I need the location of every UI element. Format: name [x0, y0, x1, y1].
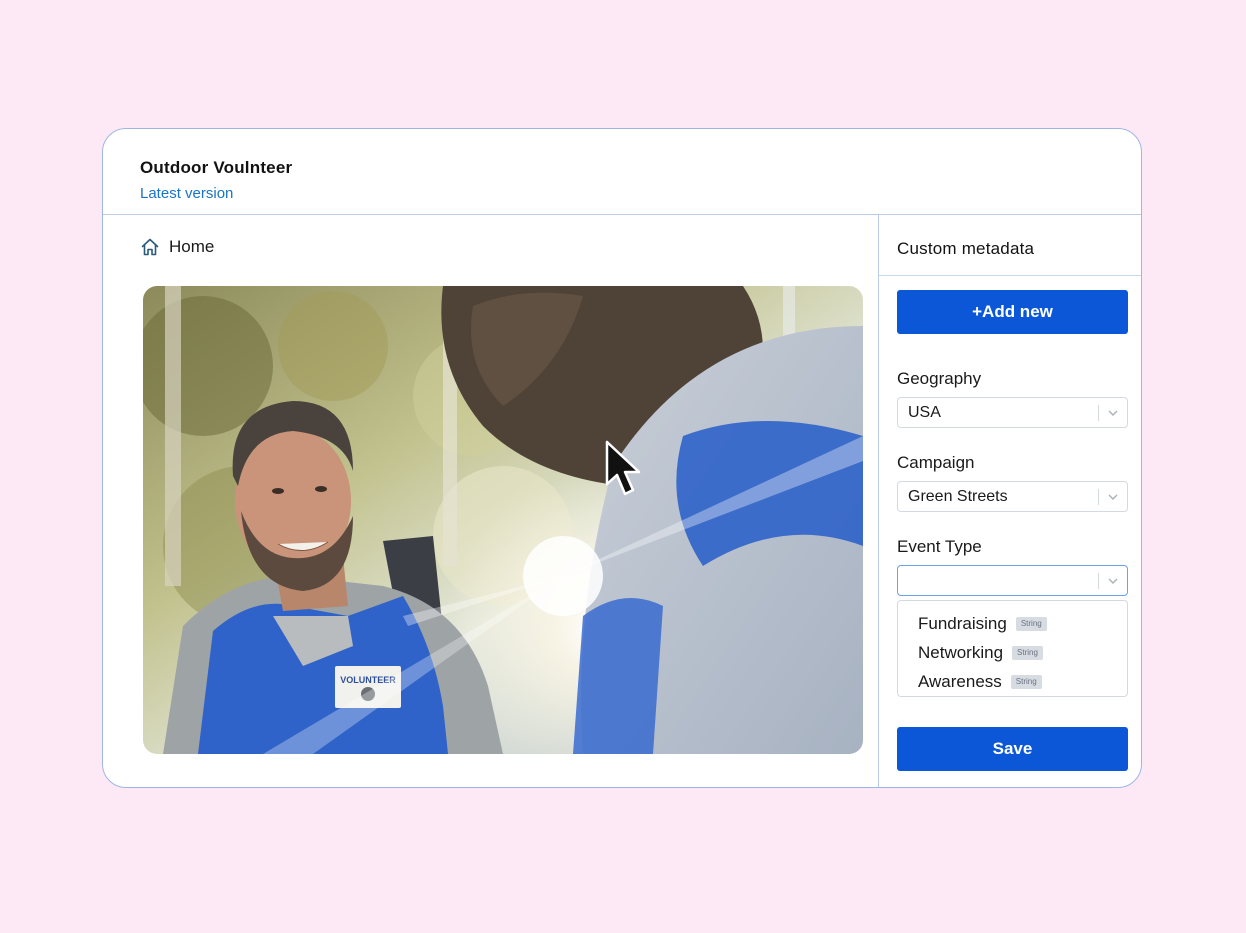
sidebar-title: Custom metadata	[897, 239, 1035, 258]
asset-card: Outdoor Voulnteer Latest version Home VO…	[102, 128, 1142, 788]
card-header: Outdoor Voulnteer Latest version	[103, 129, 1141, 215]
save-button[interactable]: Save	[897, 727, 1128, 771]
add-new-button[interactable]: +Add new	[897, 290, 1128, 334]
type-badge: String	[1010, 674, 1042, 689]
geography-value: USA	[908, 404, 941, 421]
campaign-label: Campaign	[897, 453, 975, 472]
home-icon	[140, 237, 160, 257]
breadcrumb-home-label: Home	[169, 237, 215, 256]
main-panel: Home VOLUNTEER	[103, 215, 878, 787]
metadata-sidebar: Custom metadata +Add new Geography USA C…	[878, 215, 1141, 787]
option-label: Networking	[918, 642, 1004, 662]
geography-label: Geography	[897, 369, 982, 388]
geography-select[interactable]: USA	[897, 397, 1128, 428]
option-awareness[interactable]: Awareness String	[898, 667, 1127, 696]
type-badge: String	[1015, 616, 1047, 631]
type-badge: String	[1012, 645, 1043, 660]
sidebar-header: Custom metadata	[879, 215, 1141, 276]
event-type-select[interactable]	[897, 565, 1128, 596]
breadcrumb[interactable]: Home	[140, 237, 214, 257]
option-label: Fundraising	[918, 613, 1007, 633]
campaign-select[interactable]: Green Streets	[897, 481, 1128, 512]
mouse-pointer-icon	[605, 440, 643, 498]
chevron-down-icon	[1107, 407, 1119, 419]
select-divider	[1098, 573, 1099, 589]
version-link[interactable]: Latest version	[140, 185, 233, 202]
option-networking[interactable]: Networking String	[898, 638, 1127, 667]
select-divider	[1098, 405, 1099, 421]
image-preview: VOLUNTEER	[143, 286, 863, 754]
chevron-down-icon	[1107, 575, 1119, 587]
campaign-value: Green Streets	[908, 488, 1008, 505]
asset-title: Outdoor Voulnteer	[140, 158, 293, 177]
chevron-down-icon	[1107, 491, 1119, 503]
event-type-label: Event Type	[897, 537, 982, 556]
select-divider	[1098, 489, 1099, 505]
option-fundraising[interactable]: Fundraising String	[898, 609, 1127, 638]
option-label: Awareness	[918, 671, 1002, 691]
event-type-dropdown: Fundraising String Networking String Awa…	[897, 600, 1128, 697]
